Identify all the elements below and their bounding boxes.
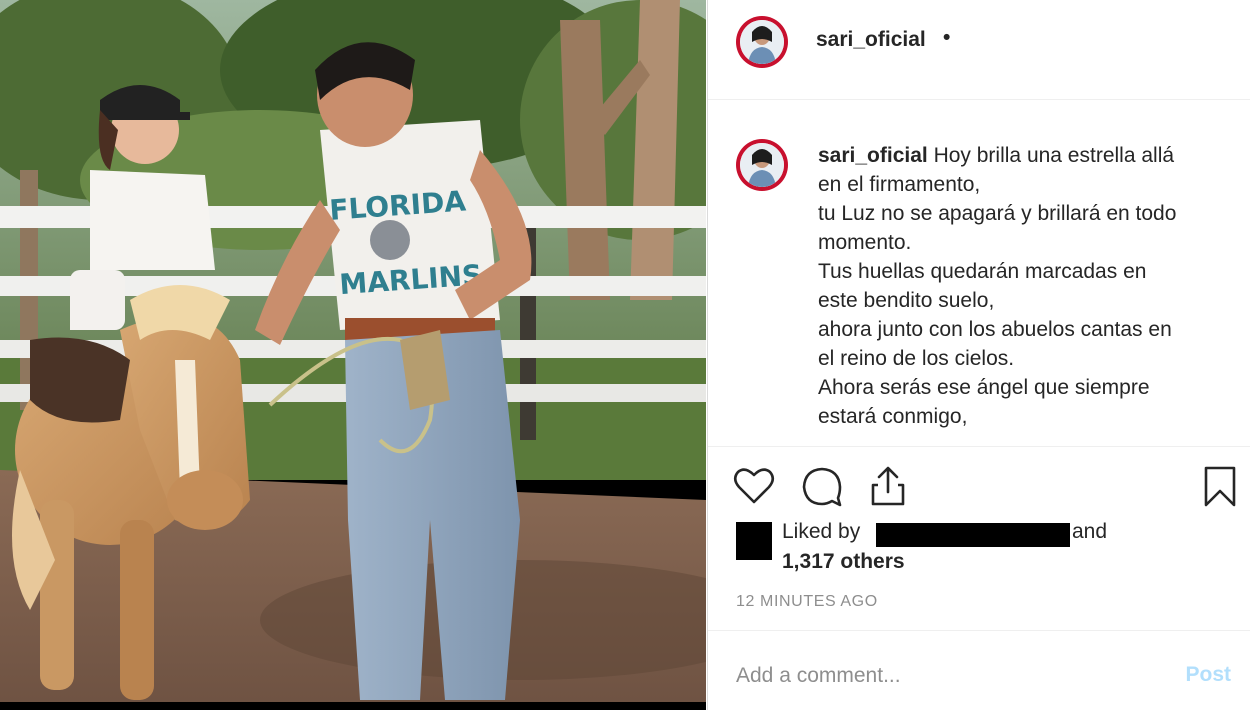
caption-line: estará conmigo, [818,405,968,428]
caption-line: este bendito suelo, [818,289,995,312]
post-photo[interactable]: FLORIDA MARLINS [0,0,706,710]
caption-line: el reino de los cielos. [818,347,1015,370]
caption-line: tu Luz no se apagará y brillará en todo [818,202,1177,225]
heart-icon [733,468,775,504]
like-button[interactable] [730,462,778,510]
liked-by-label: Liked by [782,520,861,543]
caption-line: momento. [818,231,912,254]
redacted-username [876,523,1070,547]
share-button[interactable] [864,462,912,510]
caption-line: Tus huellas quedarán marcadas en [818,260,1147,283]
post-side-panel: sari_oficial • sari_oficial Hoy brilla u… [707,0,1250,710]
comment-input[interactable] [736,661,1156,691]
likes-count-link[interactable]: 1,317 others [782,550,905,574]
comment-button[interactable] [798,462,846,510]
action-bar [708,462,1250,516]
likes-summary: Liked by and 1,317 others [736,520,1236,580]
post-timestamp[interactable]: 12 MINUTES AGO [736,593,878,611]
header-username[interactable]: sari_oficial [816,28,926,52]
caption-line: en el firmamento, [818,173,981,196]
caption-text: sari_oficial Hoy brilla una estrella all… [818,141,1243,431]
caption-line: ahora junto con los abuelos cantas en [818,318,1172,341]
photo-image: FLORIDA MARLINS [0,0,706,710]
avatar-image [740,143,784,187]
comment-bar: Post [708,630,1250,710]
avatar[interactable] [736,16,788,68]
caption-line: Ahora serás ese ángel que siempre [818,376,1150,399]
caption-section[interactable]: sari_oficial Hoy brilla una estrella all… [708,101,1250,447]
avatar-image [740,20,784,64]
header-separator-dot: • [943,26,951,49]
post-header: sari_oficial • [708,0,1250,100]
share-icon [871,466,905,506]
comment-icon [802,467,842,507]
caption-username[interactable]: sari_oficial [818,144,928,167]
caption-avatar[interactable] [736,139,788,191]
save-button[interactable] [1196,462,1244,510]
photo-letterbox [0,702,706,710]
bookmark-icon [1204,466,1236,507]
redacted-avatar [736,522,772,560]
liked-and-label: and [1072,520,1108,543]
caption-line: Hoy brilla una estrella allá [933,144,1175,167]
post-comment-button[interactable]: Post [1185,663,1231,687]
